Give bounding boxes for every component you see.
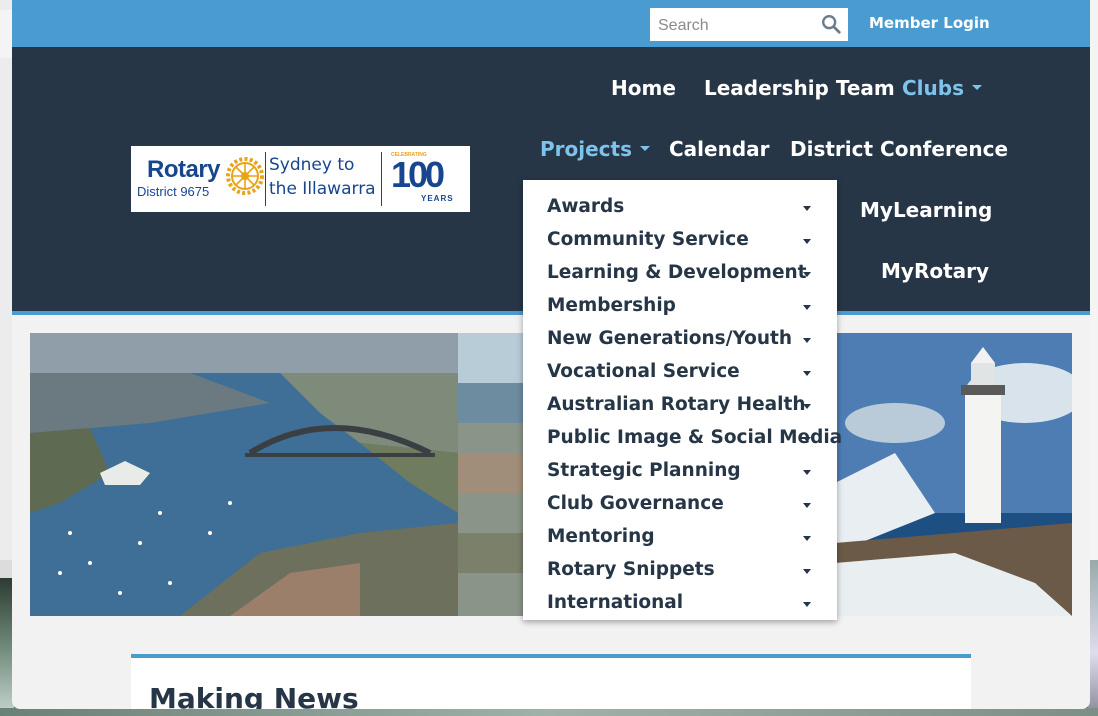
nav-mylearning[interactable]: MyLearning (860, 198, 992, 222)
caret-down-icon (803, 536, 811, 541)
rotary-wheel-icon (226, 157, 264, 195)
menu-item-label: International (547, 592, 684, 613)
menu-item-community-service[interactable]: Community Service (523, 219, 837, 251)
menu-item-vocational-service[interactable]: Vocational Service (523, 351, 837, 383)
menu-item-label: New Generations/Youth (547, 328, 793, 349)
menu-item-label: Membership (547, 295, 676, 316)
caret-down-icon (803, 305, 811, 310)
logo-100: 100 (391, 154, 445, 195)
logo-district: District 9675 (137, 184, 210, 199)
search-box[interactable] (650, 8, 848, 41)
rotary-district-logo[interactable]: Rotary District 9675 Sydney to the Illaw… (131, 146, 470, 212)
menu-item-learning-development[interactable]: Learning & Development (523, 252, 837, 284)
menu-item-label: Australian Rotary Health (547, 394, 806, 415)
logo-tagline-line2: the Illawarra (269, 179, 376, 199)
menu-item-label: Vocational Service (547, 361, 740, 382)
menu-item-label: Strategic Planning (547, 460, 741, 481)
menu-item-international[interactable]: International (523, 582, 837, 614)
menu-item-rotary-snippets[interactable]: Rotary Snippets (523, 549, 837, 581)
menu-item-label: Learning & Development (547, 262, 807, 283)
caret-down-icon (803, 371, 811, 376)
desktop-background (0, 708, 1098, 716)
nav-district-conference[interactable]: District Conference (790, 137, 1008, 161)
member-login-link[interactable]: Member Login (869, 14, 990, 32)
browser-page: Member Login Rotary District 9675 Sydney… (12, 0, 1090, 709)
logo-years: YEARS (421, 194, 454, 203)
menu-item-club-governance[interactable]: Club Governance (523, 483, 837, 515)
logo-tagline-line1: Sydney to (269, 155, 355, 175)
background-code-fragment (0, 10, 12, 58)
logo-rotary-wordmark: Rotary (147, 156, 221, 183)
search-icon[interactable] (820, 13, 842, 35)
menu-item-label: Mentoring (547, 526, 655, 547)
menu-item-awards[interactable]: Awards (523, 186, 837, 218)
caret-down-icon (803, 602, 811, 607)
section-heading: Making News (149, 682, 359, 709)
logo-divider (381, 152, 382, 206)
menu-item-membership[interactable]: Membership (523, 285, 837, 317)
caret-down-icon (803, 503, 811, 508)
caret-down-icon (803, 272, 811, 277)
nav-projects[interactable]: Projects (540, 137, 651, 161)
caret-down-icon (803, 437, 811, 442)
chevron-down-icon (640, 146, 651, 151)
making-news-section: Making News (131, 654, 971, 709)
menu-item-label: Public Image & Social Media (547, 427, 843, 448)
caret-down-icon (803, 569, 811, 574)
nav-projects-label: Projects (540, 137, 633, 161)
menu-item-label: Rotary Snippets (547, 559, 715, 580)
menu-item-australian-rotary-health[interactable]: Australian Rotary Health (523, 384, 837, 416)
menu-item-label: Club Governance (547, 493, 724, 514)
caret-down-icon (803, 404, 811, 409)
nav-clubs[interactable]: Clubs (902, 76, 982, 100)
menu-item-strategic-planning[interactable]: Strategic Planning (523, 450, 837, 482)
projects-dropdown-menu: Awards Community Service Learning & Deve… (523, 180, 842, 620)
nav-calendar[interactable]: Calendar (669, 137, 770, 161)
menu-item-new-generations-youth[interactable]: New Generations/Youth (523, 318, 837, 350)
search-input[interactable] (656, 14, 820, 38)
lighthouse-photo (835, 333, 1072, 616)
caret-down-icon (803, 239, 811, 244)
caret-down-icon (803, 470, 811, 475)
nav-leadership-team[interactable]: Leadership Team (704, 76, 895, 100)
menu-item-mentoring[interactable]: Mentoring (523, 516, 837, 548)
caret-down-icon (803, 206, 811, 211)
logo-divider (265, 152, 266, 206)
nav-home[interactable]: Home (611, 76, 676, 100)
chevron-down-icon (972, 85, 982, 90)
menu-item-label: Awards (547, 196, 625, 217)
top-bar: Member Login (12, 0, 1090, 47)
nav-myrotary[interactable]: MyRotary (881, 259, 989, 283)
sydney-harbour-photo (30, 333, 458, 616)
menu-item-label: Community Service (547, 229, 749, 250)
caret-down-icon (803, 338, 811, 343)
menu-item-public-image-social-media[interactable]: Public Image & Social Media (523, 417, 842, 449)
nav-clubs-label: Clubs (902, 76, 964, 100)
